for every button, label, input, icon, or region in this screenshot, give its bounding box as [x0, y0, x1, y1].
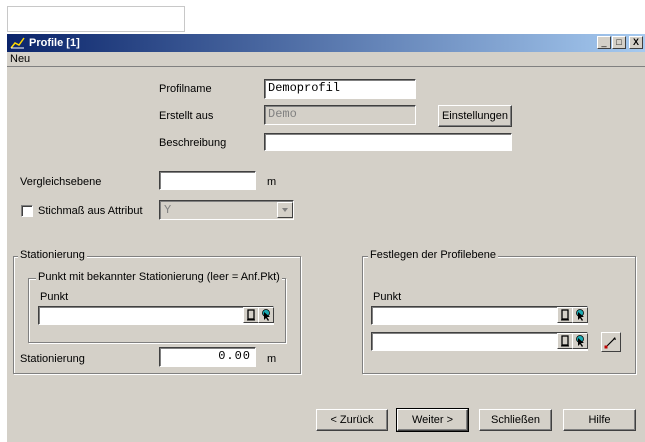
vergleichsebene-label: Vergleichsebene	[20, 176, 102, 188]
profilebene-select2-button[interactable]	[572, 333, 588, 349]
stationierung-select-button[interactable]	[258, 307, 274, 323]
stationierung-punkt-input[interactable]	[38, 306, 274, 325]
back-button[interactable]: < Zurück	[316, 409, 388, 431]
profilebene-pick1-button[interactable]	[557, 307, 573, 323]
window-title: Profile [1]	[29, 37, 80, 49]
attribut-select: Y	[159, 200, 294, 220]
pick-point-icon	[561, 335, 569, 347]
profilebene-group-title: Festlegen der Profilebene	[368, 249, 498, 262]
next-button[interactable]: Weiter >	[396, 408, 469, 432]
window-titlebar[interactable]: Profile [1]	[7, 34, 645, 52]
vergleichsebene-unit: m	[267, 176, 277, 188]
stationierung-group-title: Stationierung	[18, 249, 87, 262]
stationierung-pick-button[interactable]	[243, 307, 259, 323]
stationierung-value-label: Stationierung	[20, 353, 85, 365]
close-button[interactable]: Schließen	[479, 409, 552, 431]
profilebene-select1-button[interactable]	[572, 307, 588, 323]
einstellungen-button[interactable]: Einstellungen	[438, 105, 512, 127]
erstellt-aus-label: Erstellt aus	[159, 110, 214, 122]
profilname-label: Profilname	[159, 83, 212, 95]
help-button[interactable]: Hilfe	[563, 409, 636, 431]
profilebene-punkt-label: Punkt	[373, 291, 402, 303]
stichmass-checkbox[interactable]	[21, 205, 33, 217]
vergleichsebene-input[interactable]	[159, 171, 256, 190]
minimize-button[interactable]: _	[597, 36, 611, 49]
select-cursor-icon	[576, 335, 584, 347]
stationierung-unit: m	[267, 353, 277, 365]
draw-line-button[interactable]	[601, 332, 621, 352]
beschreibung-label: Beschreibung	[159, 137, 227, 149]
beschreibung-input[interactable]	[264, 133, 512, 151]
stichmass-label: Stichmaß aus Attribut	[38, 205, 143, 217]
draw-line-icon	[604, 337, 616, 349]
pick-point-icon	[561, 309, 569, 321]
pick-point-icon	[247, 309, 255, 321]
erstellt-aus-field: Demo	[264, 105, 416, 125]
profilname-input[interactable]: Demoprofil	[264, 79, 416, 99]
menu-item-neu[interactable]: Neu	[10, 53, 30, 66]
profilebene-punkt2-input[interactable]	[371, 332, 588, 351]
chevron-down-icon	[282, 208, 288, 212]
close-window-button[interactable]: X	[629, 36, 643, 49]
bekannter-punkt-group-title: Punkt mit bekannter Stationierung (leer …	[36, 271, 282, 284]
menu-bar: Neu	[7, 52, 645, 67]
stationierung-punkt-label: Punkt	[40, 291, 69, 303]
select-cursor-icon	[262, 309, 270, 321]
attribut-select-value: Y	[164, 203, 172, 217]
attribut-dropdown-button	[277, 202, 293, 218]
select-cursor-icon	[576, 309, 584, 321]
top-input-box[interactable]	[7, 6, 185, 32]
maximize-button[interactable]: □	[612, 36, 626, 49]
stationierung-value-input[interactable]: 0.00	[159, 347, 256, 367]
profilebene-punkt1-input[interactable]	[371, 306, 588, 325]
profilebene-pick2-button[interactable]	[557, 333, 573, 349]
profile-window-icon	[10, 37, 25, 49]
